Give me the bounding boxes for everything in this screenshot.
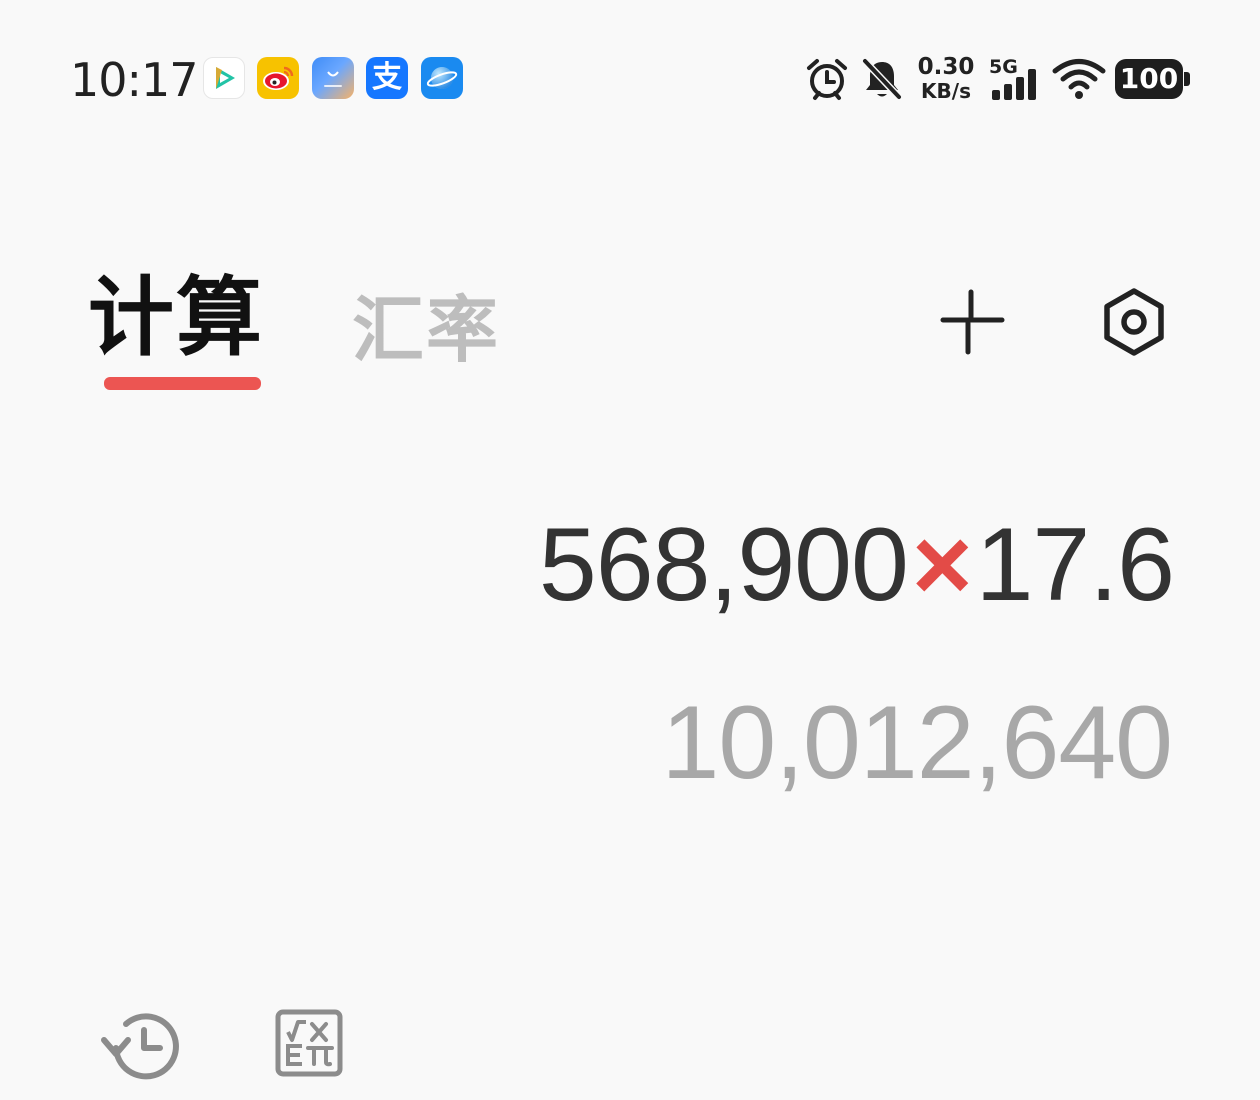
right-operand: 17.6	[975, 507, 1175, 623]
tab-exchange-rate[interactable]: 汇率	[352, 280, 500, 380]
taobao-icon	[312, 57, 354, 99]
result-display: 10,012,640	[661, 685, 1173, 801]
cellular-signal-icon	[992, 69, 1036, 100]
history-icon[interactable]	[100, 1004, 188, 1088]
mute-bell-icon	[861, 57, 903, 101]
tencent-video-icon	[203, 57, 245, 99]
browser-icon	[421, 57, 463, 99]
network-speed: 0.30 KB/s	[916, 55, 976, 103]
expression-display: 568,900×17.6	[538, 505, 1175, 625]
network-speed-unit: KB/s	[921, 79, 971, 103]
tab-calculate[interactable]: 计算	[88, 268, 264, 368]
alarm-icon	[807, 59, 847, 100]
battery-level: 100	[1115, 59, 1183, 99]
status-bar: 10:17 支 0.30 KB/s 5G 100	[0, 0, 1260, 160]
shrink-icon[interactable]	[938, 288, 1008, 358]
network-speed-value: 0.30	[917, 54, 975, 80]
settings-icon[interactable]	[1098, 286, 1170, 358]
battery-cap	[1184, 72, 1190, 86]
active-tab-indicator	[104, 377, 261, 390]
alipay-icon: 支	[366, 57, 408, 99]
operator-symbol: ×	[911, 507, 973, 623]
wifi-icon	[1052, 59, 1106, 99]
scientific-mode-icon[interactable]	[274, 1008, 344, 1078]
left-operand: 568,900	[538, 507, 909, 623]
status-time: 10:17	[70, 53, 199, 107]
weibo-icon	[257, 57, 299, 99]
